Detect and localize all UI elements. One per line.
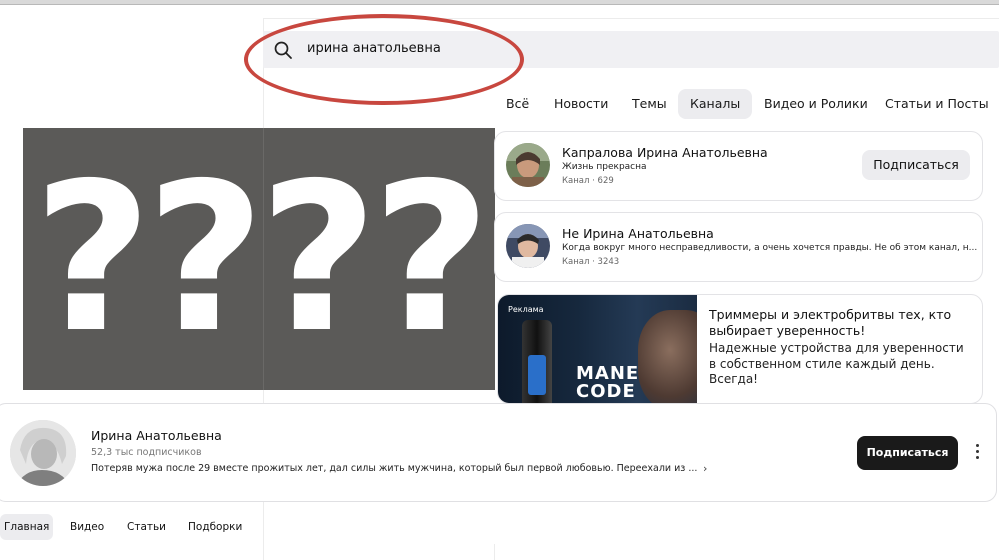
tab-articles[interactable]: Статьи и Посты	[885, 89, 989, 119]
tab-collections[interactable]: Подборки	[188, 514, 242, 540]
question-marks-text: ????	[33, 140, 491, 378]
channel-subtitle: Жизнь прекрасна	[562, 162, 647, 172]
subscribe-button[interactable]: Подписаться	[862, 150, 970, 180]
channel-subtitle: Когда вокруг много несправедливости, а о…	[562, 243, 978, 253]
ad-label: Реклама	[508, 305, 544, 314]
channel-meta: Канал · 3243	[562, 257, 620, 267]
divider	[494, 544, 495, 560]
tab-home[interactable]: Главная	[0, 514, 54, 540]
browser-top-strip	[0, 0, 999, 5]
more-options-icon[interactable]	[971, 444, 983, 462]
tab-news[interactable]: Новости	[554, 89, 608, 119]
page-root: ирина анатольевна Всё Новости Темы Канал…	[0, 0, 999, 560]
channel-description[interactable]: Потеряв мужа после 29 вместе прожитых ле…	[91, 463, 697, 474]
tab-videos[interactable]: Видео и Ролики	[764, 89, 868, 119]
tab-channels[interactable]: Каналы	[678, 89, 753, 119]
tab-topics[interactable]: Темы	[632, 89, 667, 119]
ad-card[interactable]: Реклама MANE CODE Триммеры и электробрит…	[497, 294, 983, 404]
channel-meta: Канал · 629	[562, 176, 614, 186]
ad-person-image	[638, 310, 697, 403]
ad-image[interactable]: Реклама MANE CODE	[498, 295, 697, 403]
ad-title[interactable]: Триммеры и электробритвы тех, кто выбира…	[709, 307, 969, 339]
tab-video[interactable]: Видео	[70, 514, 104, 540]
channel-title[interactable]: Капралова Ирина Анатольевна	[562, 145, 768, 160]
channel-avatar[interactable]	[10, 420, 76, 486]
chevron-right-icon[interactable]: ›	[703, 462, 707, 475]
avatar[interactable]	[506, 224, 550, 268]
subscribe-button[interactable]: Подписаться	[857, 436, 958, 470]
tab-articles[interactable]: Статьи	[127, 514, 166, 540]
trimmer-accent	[528, 355, 546, 395]
ad-brand: MANE CODE	[576, 365, 639, 401]
red-highlight-circle	[244, 14, 524, 105]
channel-title[interactable]: Не Ирина Анатольевна	[562, 226, 714, 241]
tab-all[interactable]: Всё	[506, 89, 529, 119]
channel-name[interactable]: Ирина Анатольевна	[91, 428, 222, 443]
avatar[interactable]	[506, 143, 550, 187]
ad-text: Надежные устройства для уверенности в со…	[709, 341, 964, 386]
ad-brand-line2: CODE	[576, 381, 636, 402]
channel-subscribers: 52,3 тыс подписчиков	[91, 447, 202, 458]
divider	[263, 544, 264, 560]
